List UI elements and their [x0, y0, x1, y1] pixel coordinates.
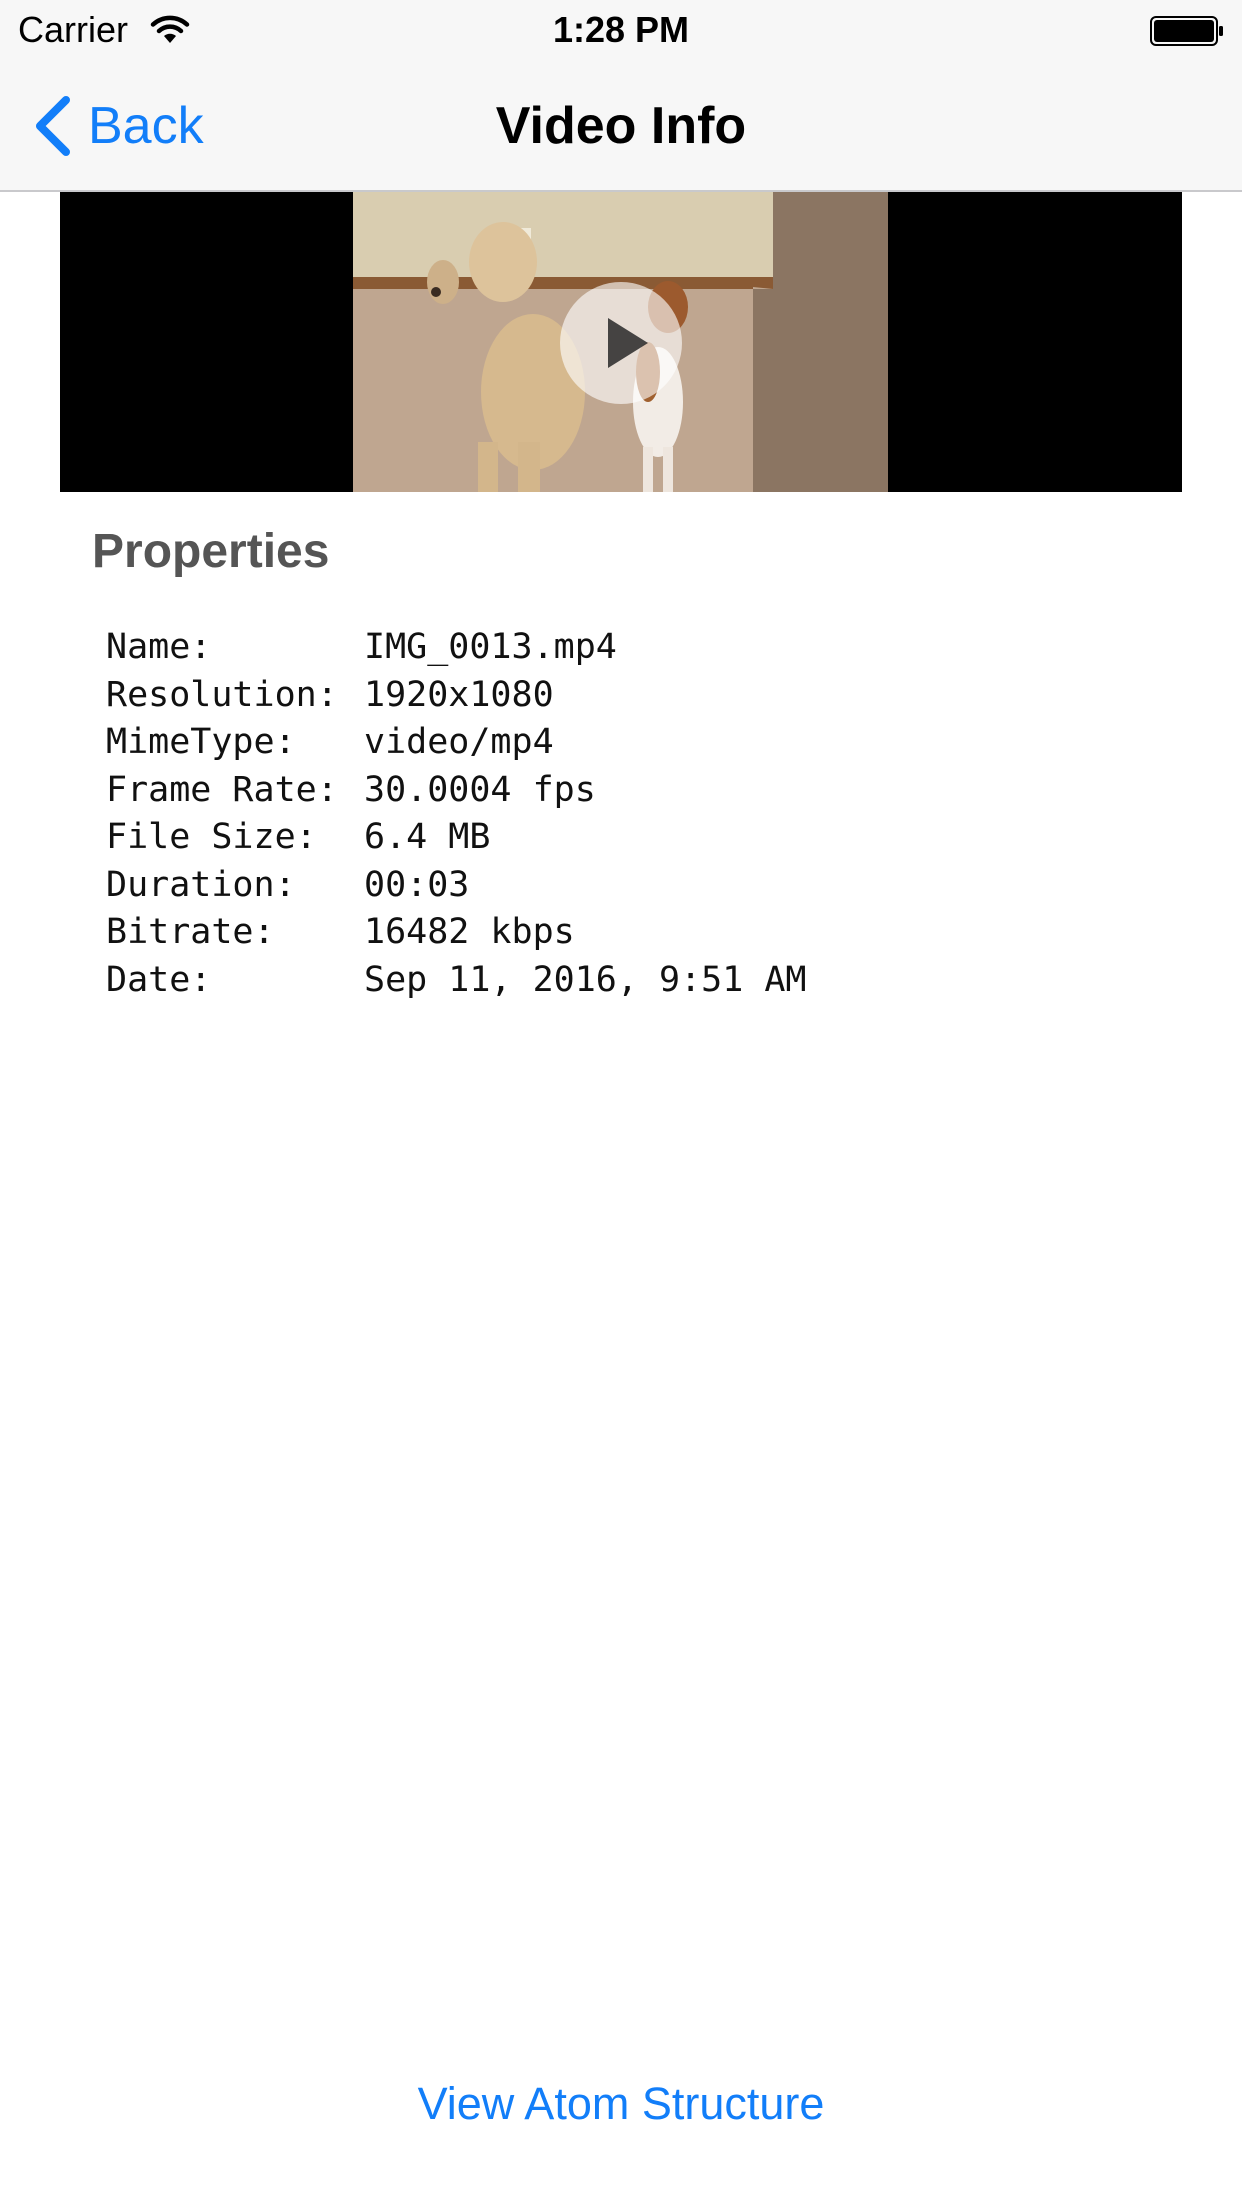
property-row-name: Name: IMG_0013.mp4	[106, 624, 807, 672]
property-label: Frame Rate:	[106, 769, 338, 810]
property-row-frame-rate: Frame Rate: 30.0004 fps	[106, 767, 807, 815]
property-value: 6.4 MB	[364, 817, 491, 857]
clock: 1:28 PM	[552, 9, 690, 50]
property-value: IMG_0013.mp4	[364, 627, 617, 667]
property-value: 30.0004 fps	[364, 769, 596, 810]
property-label: MimeType:	[106, 722, 296, 762]
page-title: Video Info	[495, 97, 747, 155]
property-value: 16482 kbps	[364, 912, 575, 952]
property-label: File Size:	[106, 817, 317, 857]
properties-heading: Properties	[92, 525, 330, 578]
play-button[interactable]	[560, 282, 682, 404]
property-value: 1920x1080	[364, 674, 554, 715]
property-value: video/mp4	[364, 722, 554, 762]
property-row-resolution: Resolution: 1920x1080	[106, 672, 807, 720]
video-player[interactable]	[60, 192, 1182, 492]
play-icon	[608, 318, 648, 368]
property-value: Sep 11, 2016, 9:51 AM	[364, 959, 807, 1000]
property-row-file-size: File Size: 6.4 MB	[106, 814, 807, 862]
status-bar: Carrier 1:28 PM	[0, 0, 1242, 60]
property-label: Date:	[106, 959, 212, 1000]
view-atom-structure-button[interactable]: View Atom Structure	[0, 2074, 1242, 2134]
battery-icon	[1150, 16, 1223, 46]
property-row-mimetype: MimeType: video/mp4	[106, 719, 807, 767]
property-label: Resolution:	[106, 674, 338, 715]
property-label: Bitrate:	[106, 912, 275, 952]
property-label: Duration:	[106, 864, 296, 905]
property-value: 00:03	[364, 864, 470, 905]
property-row-duration: Duration: 00:03	[106, 862, 807, 910]
navigation-bar: Back Video Info	[0, 60, 1242, 192]
property-row-date: Date: Sep 11, 2016, 9:51 AM	[106, 957, 807, 1005]
property-row-bitrate: Bitrate: 16482 kbps	[106, 909, 807, 957]
property-label: Name:	[106, 627, 212, 667]
properties-list: Name: IMG_0013.mp4 Resolution: 1920x1080…	[106, 624, 807, 1004]
